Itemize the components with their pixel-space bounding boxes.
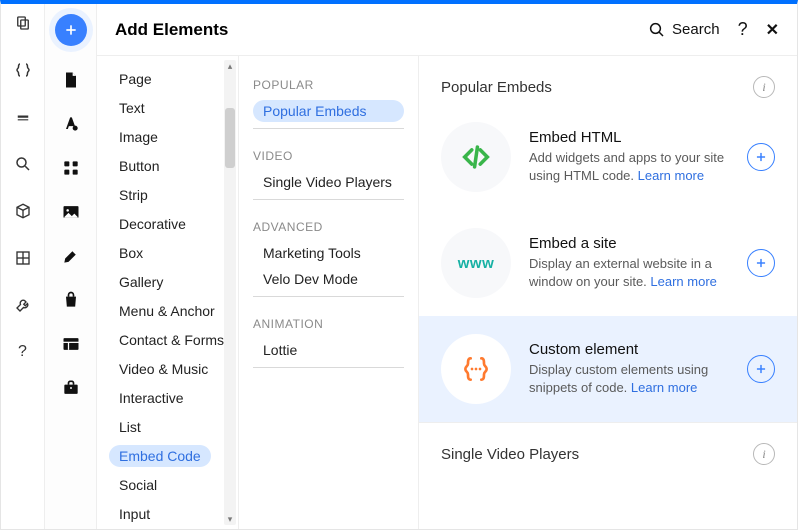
- card-title: Custom element: [529, 341, 729, 358]
- subcategory-item[interactable]: Popular Embeds: [253, 100, 404, 122]
- bag-icon[interactable]: [61, 290, 81, 310]
- subcategory-heading: ANIMATION: [253, 317, 404, 331]
- category-item[interactable]: Input: [109, 503, 160, 525]
- card-description: Display custom elements using snippets o…: [529, 361, 729, 396]
- subcategory-group: VIDEO Single Video Players: [253, 149, 404, 200]
- category-item[interactable]: Contact & Forms: [109, 329, 234, 351]
- page-icon[interactable]: [61, 70, 81, 90]
- panel-title: Add Elements: [115, 20, 228, 40]
- braces-icon[interactable]: [14, 61, 32, 84]
- close-button[interactable]: ✕: [766, 20, 779, 40]
- table-icon[interactable]: [61, 334, 81, 354]
- learn-more-link[interactable]: Learn more: [631, 380, 697, 395]
- code-tag-icon: [441, 122, 511, 192]
- subcategory-heading: POPULAR: [253, 78, 404, 92]
- card-body: Embed HTML Add widgets and apps to your s…: [529, 129, 729, 184]
- category-item[interactable]: Menu & Anchor: [109, 300, 225, 322]
- subcategory-item[interactable]: Velo Dev Mode: [253, 268, 404, 290]
- category-item[interactable]: Strip: [109, 184, 158, 206]
- scroll-thumb[interactable]: [225, 108, 235, 168]
- text-style-icon[interactable]: [61, 114, 81, 134]
- divider: [253, 199, 404, 200]
- category-list: Page Text Image Button Strip Decorative Box Gal…: [97, 56, 239, 529]
- category-item[interactable]: Decorative: [109, 213, 196, 235]
- grid-icon[interactable]: [14, 249, 32, 272]
- element-rail: [45, 4, 97, 529]
- help-button[interactable]: ?: [738, 19, 748, 40]
- subcategory-heading: VIDEO: [253, 149, 404, 163]
- style-icon[interactable]: [14, 108, 32, 131]
- help-icon[interactable]: ?: [18, 343, 27, 361]
- category-item[interactable]: Embed Code: [109, 445, 211, 467]
- card-description: Add widgets and apps to your site using …: [529, 149, 729, 184]
- card-body: Custom element Display custom elements us…: [529, 341, 729, 396]
- subcategory-heading: ADVANCED: [253, 220, 404, 234]
- add-card-button[interactable]: [747, 249, 775, 277]
- divider: [253, 367, 404, 368]
- section-title: Popular Embeds: [441, 79, 552, 96]
- category-item[interactable]: Interactive: [109, 387, 194, 409]
- apps-icon[interactable]: [61, 158, 81, 178]
- divider: [253, 128, 404, 129]
- subcategory-group: POPULAR Popular Embeds: [253, 78, 404, 129]
- subcategory-group: ADVANCED Marketing Tools Velo Dev Mode: [253, 220, 404, 297]
- add-elements-panel: Add Elements Search ? ✕ Page Text Image But…: [97, 4, 797, 529]
- panel-header: Add Elements Search ? ✕: [97, 4, 797, 56]
- layers-icon[interactable]: [14, 14, 32, 37]
- category-item[interactable]: Text: [109, 97, 155, 119]
- braces-ellipsis-icon: [441, 334, 511, 404]
- subcategory-group: ANIMATION Lottie: [253, 317, 404, 368]
- search-icon: [648, 21, 666, 39]
- subcategory-item[interactable]: Single Video Players: [253, 171, 404, 193]
- element-card[interactable]: Custom element Display custom elements us…: [419, 316, 797, 422]
- subcategory-item[interactable]: Marketing Tools: [253, 242, 404, 264]
- card-title: Embed HTML: [529, 129, 729, 146]
- search-button[interactable]: Search: [648, 21, 720, 39]
- cards-section-header: Single Video Players i: [419, 423, 797, 471]
- add-card-button[interactable]: [747, 355, 775, 383]
- category-item[interactable]: Video & Music: [109, 358, 218, 380]
- scroll-down-arrow-icon[interactable]: ▾: [224, 513, 236, 525]
- element-card[interactable]: www Embed a site Display an external websi…: [419, 210, 797, 316]
- add-card-button[interactable]: [747, 143, 775, 171]
- cube-icon[interactable]: [14, 202, 32, 225]
- category-item[interactable]: Page: [109, 68, 162, 90]
- pen-icon[interactable]: [61, 246, 81, 266]
- info-icon[interactable]: i: [753, 443, 775, 465]
- divider: [253, 296, 404, 297]
- search-icon[interactable]: [14, 155, 32, 178]
- image-icon[interactable]: [61, 202, 81, 222]
- learn-more-link[interactable]: Learn more: [650, 274, 716, 289]
- category-item[interactable]: Social: [109, 474, 167, 496]
- category-item[interactable]: Image: [109, 126, 168, 148]
- learn-more-link[interactable]: Learn more: [638, 168, 704, 183]
- category-item[interactable]: Gallery: [109, 271, 173, 293]
- scrollbar[interactable]: ▴ ▾: [224, 60, 236, 525]
- wrench-icon[interactable]: [14, 296, 32, 319]
- category-item[interactable]: Button: [109, 155, 169, 177]
- element-cards: Popular Embeds i Embed HTML Add widgets and…: [419, 56, 797, 529]
- www-icon: www: [441, 228, 511, 298]
- left-tool-rail: ?: [1, 4, 45, 529]
- card-title: Embed a site: [529, 235, 729, 252]
- add-button[interactable]: [55, 14, 87, 46]
- section-title: Single Video Players: [441, 446, 579, 463]
- search-label: Search: [672, 21, 720, 38]
- info-icon[interactable]: i: [753, 76, 775, 98]
- card-body: Embed a site Display an external website …: [529, 235, 729, 290]
- subcategory-item[interactable]: Lottie: [253, 339, 404, 361]
- cards-section-header: Popular Embeds i: [419, 56, 797, 104]
- category-item[interactable]: Box: [109, 242, 153, 264]
- element-card[interactable]: Embed HTML Add widgets and apps to your s…: [419, 104, 797, 210]
- card-description: Display an external website in a window …: [529, 255, 729, 290]
- briefcase-icon[interactable]: [61, 378, 81, 398]
- subcategory-list: POPULAR Popular Embeds VIDEO Single Video P…: [239, 56, 419, 529]
- category-item[interactable]: List: [109, 416, 151, 438]
- scroll-up-arrow-icon[interactable]: ▴: [224, 60, 236, 72]
